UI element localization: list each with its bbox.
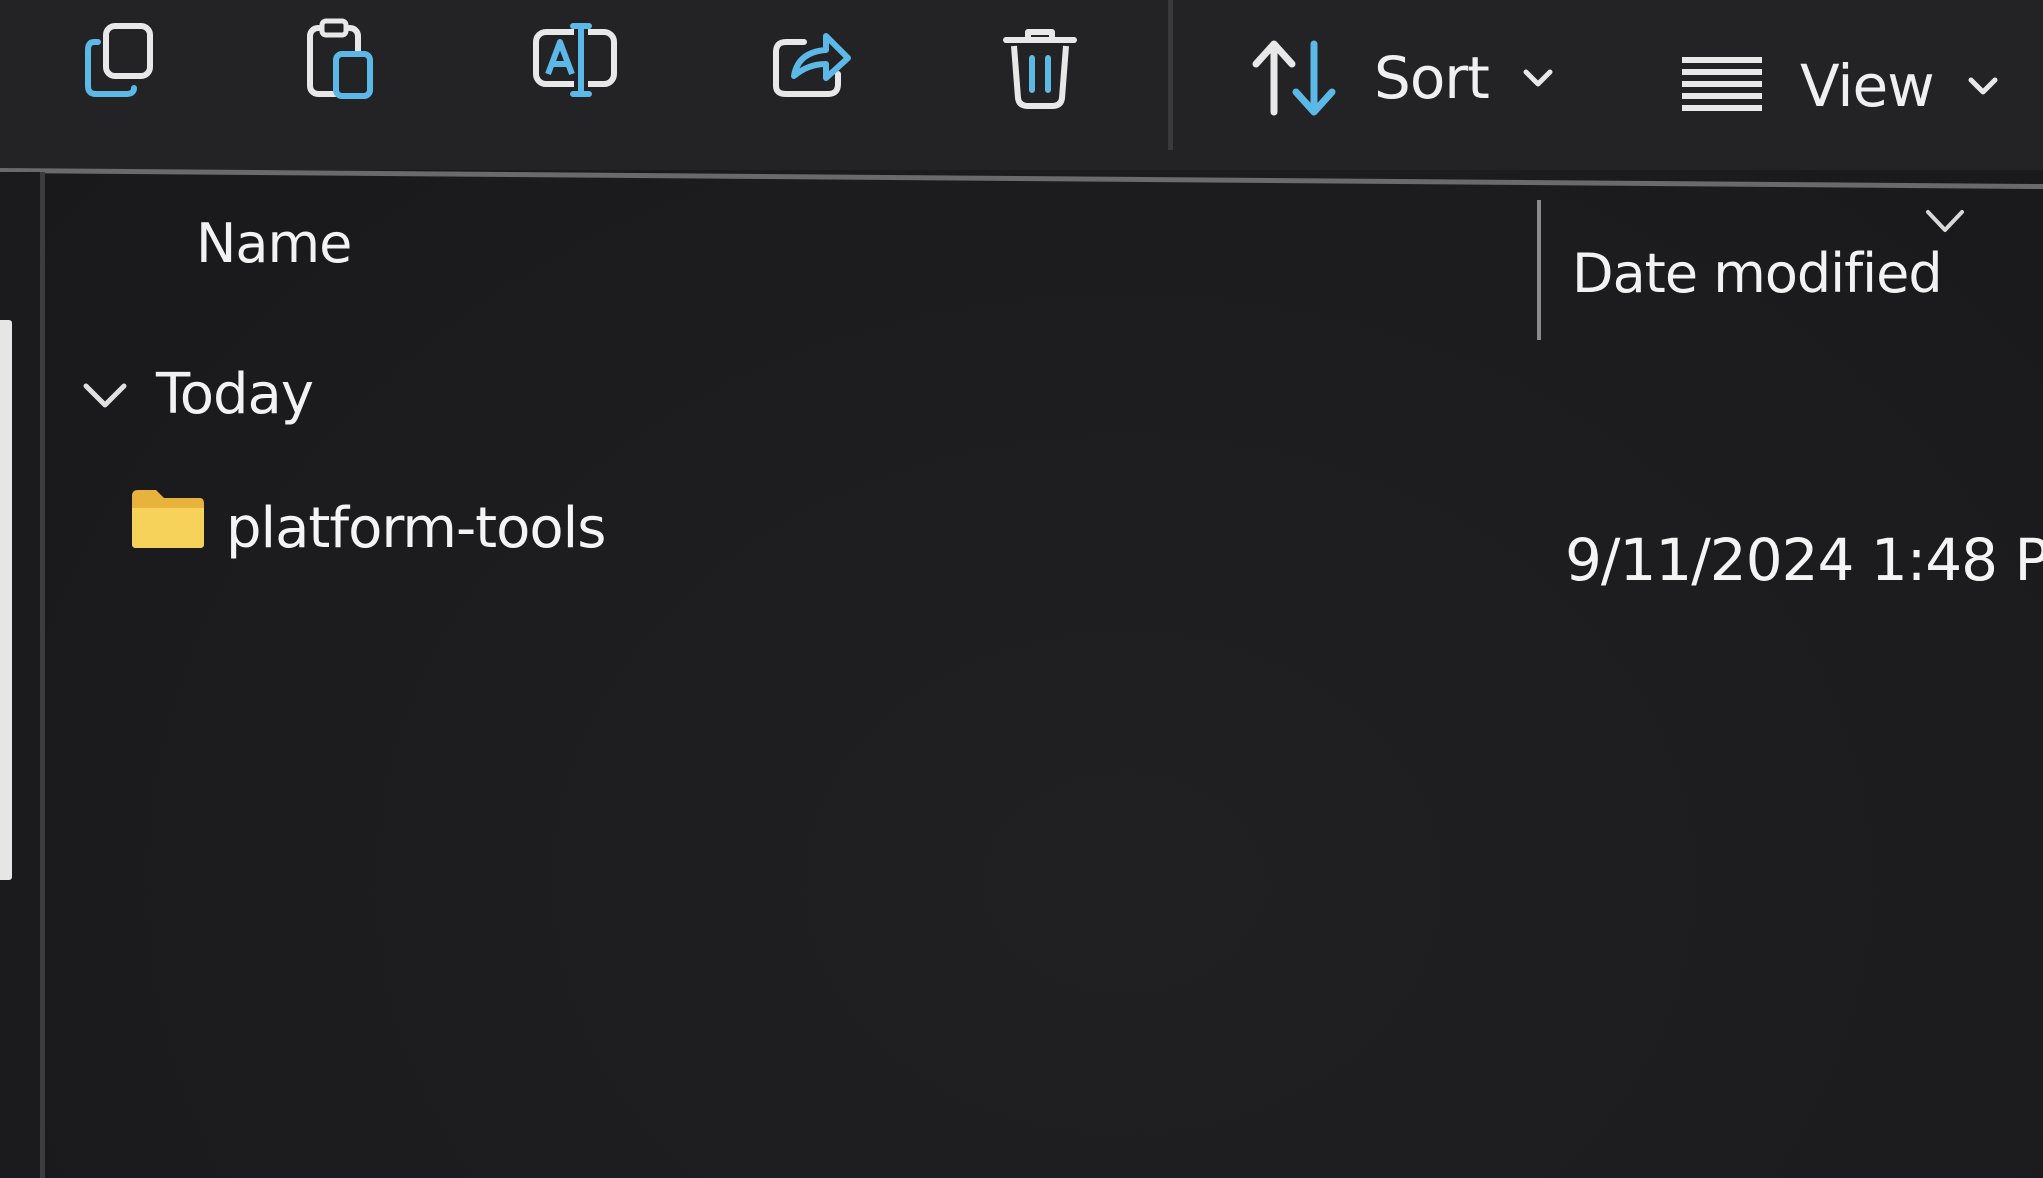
column-header-name[interactable]: Name <box>196 212 352 275</box>
copy-button[interactable] <box>70 10 170 110</box>
sort-label: Sort <box>1374 44 1490 112</box>
file-name: platform-tools <box>226 496 606 561</box>
file-explorer-window: Sort View Name Date modified Today platf… <box>0 0 2043 1178</box>
chevron-down-icon <box>83 383 127 407</box>
folder-icon <box>132 490 204 548</box>
group-label: Today <box>156 362 314 427</box>
column-resize-handle[interactable] <box>1537 200 1541 340</box>
command-bar: Sort View <box>0 0 2043 170</box>
rename-button[interactable] <box>520 10 630 110</box>
navigation-pane-scrollbar[interactable] <box>0 320 12 880</box>
chevron-down-icon <box>1523 69 1553 87</box>
sort-icon <box>1252 40 1336 116</box>
chevron-down-icon <box>1968 77 1998 95</box>
pane-splitter[interactable] <box>40 172 45 1178</box>
share-icon <box>773 33 851 97</box>
paste-button[interactable] <box>290 10 390 110</box>
rename-icon <box>533 23 617 97</box>
share-button[interactable] <box>755 12 865 112</box>
column-header-date-modified[interactable]: Date modified <box>1572 242 1943 305</box>
sort-button[interactable]: Sort <box>1250 18 1553 138</box>
group-header-today[interactable]: Today <box>82 362 314 427</box>
list-view-icon <box>1682 57 1762 111</box>
view-label: View <box>1800 52 1935 120</box>
list-item[interactable]: platform-tools 9/11/2024 1:48 PM <box>0 470 2043 600</box>
toolbar-divider <box>1168 0 1173 150</box>
view-button[interactable]: View <box>1680 26 1998 146</box>
delete-icon <box>1003 29 1077 109</box>
sort-descending-icon <box>1926 210 1964 232</box>
date-modified-value: 9/11/2024 1:48 PM <box>1565 526 2043 594</box>
delete-button[interactable] <box>990 18 1090 118</box>
copy-icon <box>85 23 153 97</box>
paste-icon <box>307 18 373 99</box>
toolbar-separator <box>0 168 2043 190</box>
